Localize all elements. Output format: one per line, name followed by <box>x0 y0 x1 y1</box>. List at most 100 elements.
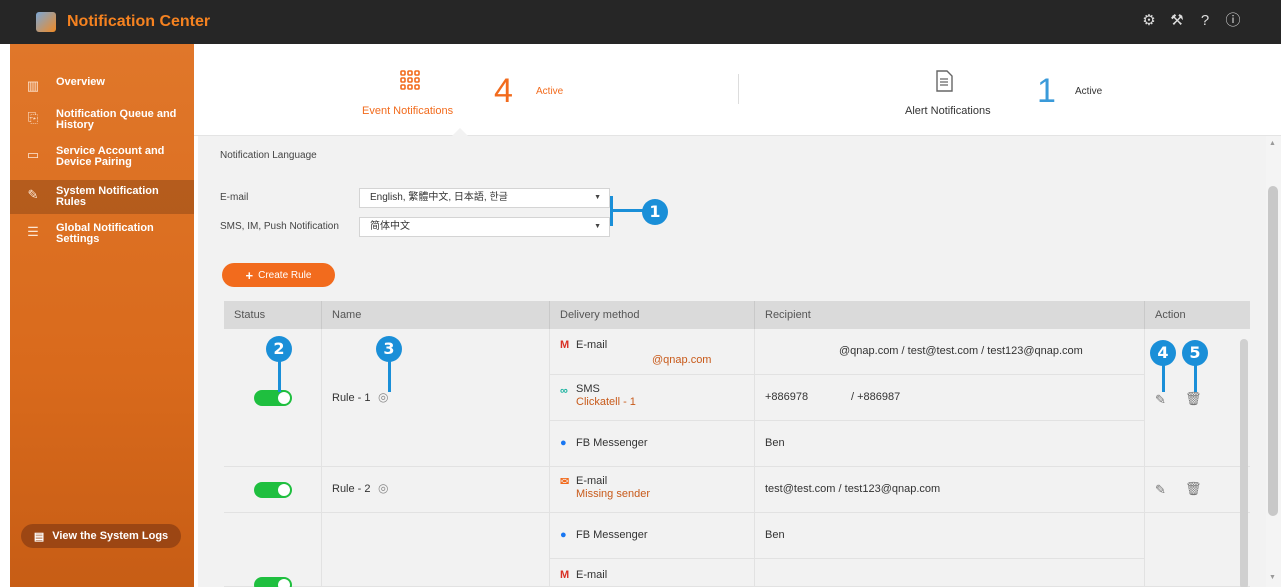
plus-icon: + <box>245 267 254 283</box>
column-header: Status <box>224 301 322 329</box>
info-icon[interactable]: ⓘ <box>1224 12 1242 30</box>
column-header: Delivery method <box>550 301 755 329</box>
method-name: E-mail <box>576 339 608 351</box>
rules-content: Notification Language E-mail English, 繁體… <box>198 136 1268 587</box>
recipient-value: / +886987 <box>851 391 901 403</box>
callout-3: 3 <box>376 336 402 362</box>
recipient-cell: Ben <box>755 513 1145 559</box>
delivery-cell: M E-mail <box>550 559 755 587</box>
recipient-cell <box>755 559 1145 587</box>
settings-icon: ☰ <box>27 224 39 239</box>
gmail-icon: M <box>560 569 570 581</box>
table-header: Status Name Delivery method Recipient Ac… <box>224 301 1250 329</box>
action-cell <box>1145 513 1250 587</box>
callout-4: 4 <box>1150 340 1176 366</box>
sms-language-select[interactable]: 简体中文 ▼ <box>359 217 610 237</box>
status-toggle[interactable] <box>254 390 292 406</box>
sidebar-item-label: Service Account and Device Pairing <box>56 145 165 168</box>
document-icon <box>936 70 953 92</box>
delivery-cell: ∞ SMS Clickatell - 1 <box>550 375 755 421</box>
tools-icon[interactable]: ⚒ <box>1168 12 1186 30</box>
sidebar-item-label: Overview <box>56 76 105 88</box>
callout-2: 2 <box>266 336 292 362</box>
gear-icon[interactable]: ⚙ <box>1140 12 1158 30</box>
help-icon[interactable]: ? <box>1196 12 1214 30</box>
eye-icon[interactable]: ◎ <box>378 390 388 404</box>
trash-icon[interactable]: 🗑 <box>1185 391 1202 407</box>
name-cell: Rule - 1 ◎ <box>322 329 550 467</box>
app-logo <box>36 12 56 32</box>
page-scrollbar[interactable]: ▲ ▼ <box>1266 136 1281 587</box>
method-name: E-mail <box>576 569 608 581</box>
tab-label: Event Notifications <box>362 105 454 117</box>
callout-line <box>388 360 391 392</box>
chevron-down-icon: ▼ <box>594 194 601 201</box>
recipient-cell: Ben <box>755 421 1145 467</box>
section-title: Notification Language <box>220 150 317 161</box>
rules-icon: ✎ <box>27 187 39 202</box>
edit-icon[interactable]: ✎ <box>1155 392 1166 408</box>
table-scrollbar[interactable] <box>1240 339 1248 587</box>
tab-alert-notifications[interactable]: Alert Notifications 1 Active <box>739 44 1281 136</box>
action-cell: ✎ 🗑 <box>1145 467 1250 513</box>
rule-name: Rule - 1 <box>332 392 371 404</box>
active-status: Active <box>536 86 564 97</box>
column-header: Action <box>1155 309 1186 321</box>
recipient-cell: +886978 / +886987 <box>755 375 1145 421</box>
active-count: 1 <box>1037 72 1056 110</box>
callout-line <box>278 360 281 392</box>
sidebar-item-label: System Notification Rules <box>56 185 159 208</box>
method-name: E-mail <box>576 475 608 487</box>
status-toggle[interactable] <box>254 482 292 498</box>
scroll-down-icon[interactable]: ▼ <box>1269 574 1276 581</box>
status-cell <box>224 513 322 587</box>
sidebar-item-queue-history[interactable]: ⎘ Notification Queue and History <box>10 107 194 135</box>
sidebar-item-system-rules[interactable]: ✎ System Notification Rules <box>10 180 194 214</box>
sms-language-label: SMS, IM, Push Notification <box>220 221 339 232</box>
active-count: 4 <box>494 72 513 110</box>
create-rule-button[interactable]: + Create Rule <box>222 263 335 287</box>
sidebar-item-label: Global Notification Settings <box>56 222 154 245</box>
messenger-icon: ● <box>560 437 567 449</box>
view-system-logs-button[interactable]: ▤ View the System Logs <box>21 524 181 548</box>
eye-icon[interactable]: ◎ <box>378 481 388 495</box>
scroll-up-icon[interactable]: ▲ <box>1269 140 1276 147</box>
status-cell <box>224 467 322 513</box>
delivery-cell: M E-mail @qnap.com <box>550 329 755 375</box>
delivery-cell: ✉ E-mail Missing sender <box>550 467 755 513</box>
sidebar-item-overview[interactable]: ▥ Overview <box>10 75 194 95</box>
select-value: 简体中文 <box>370 221 410 232</box>
recipient-cell: @qnap.com / test@test.com / test123@qnap… <box>755 329 1145 375</box>
callout-line <box>610 196 613 226</box>
scrollbar-thumb[interactable] <box>1268 186 1278 516</box>
name-cell: Rule - 2 ◎ <box>322 467 550 513</box>
callout-1: 1 <box>642 199 668 225</box>
grid-icon <box>400 70 420 90</box>
method-sender: Clickatell - 1 <box>576 396 636 408</box>
notification-tabs: Event Notifications 4 Active Alert Notif… <box>194 44 1281 136</box>
logs-button-label: View the System Logs <box>52 530 169 542</box>
status-toggle[interactable] <box>254 577 292 587</box>
sidebar-item-label: Notification Queue and History <box>56 108 177 131</box>
method-sender: @qnap.com <box>652 354 712 366</box>
sidebar-item-global-settings[interactable]: ☰ Global Notification Settings <box>10 221 194 249</box>
method-sender: Missing sender <box>576 488 650 500</box>
tab-pointer <box>452 128 468 136</box>
tab-label: Alert Notifications <box>905 105 991 117</box>
mail-icon: ✉ <box>560 476 570 488</box>
recipient-value: Ben <box>765 437 785 449</box>
trash-icon[interactable]: 🗑 <box>1185 481 1202 497</box>
tab-event-notifications[interactable]: Event Notifications 4 Active <box>194 44 738 136</box>
app-title: Notification Center <box>67 13 211 30</box>
document-icon: ▤ <box>33 530 45 543</box>
method-name: FB Messenger <box>576 437 648 449</box>
edit-icon[interactable]: ✎ <box>1155 482 1166 498</box>
select-value: English, 繁體中文, 日本語, 한글 <box>370 192 508 203</box>
sidebar-item-service-account[interactable]: ▭ Service Account and Device Pairing <box>10 144 194 172</box>
sidebar: ▥ Overview ⎘ Notification Queue and Hist… <box>10 44 194 587</box>
callout-line <box>1162 364 1165 392</box>
method-name: FB Messenger <box>576 529 648 541</box>
name-cell <box>322 513 550 587</box>
email-language-select[interactable]: English, 繁體中文, 日本語, 한글 ▼ <box>359 188 610 208</box>
recipient-value: test@test.com / test123@qnap.com <box>765 483 941 495</box>
